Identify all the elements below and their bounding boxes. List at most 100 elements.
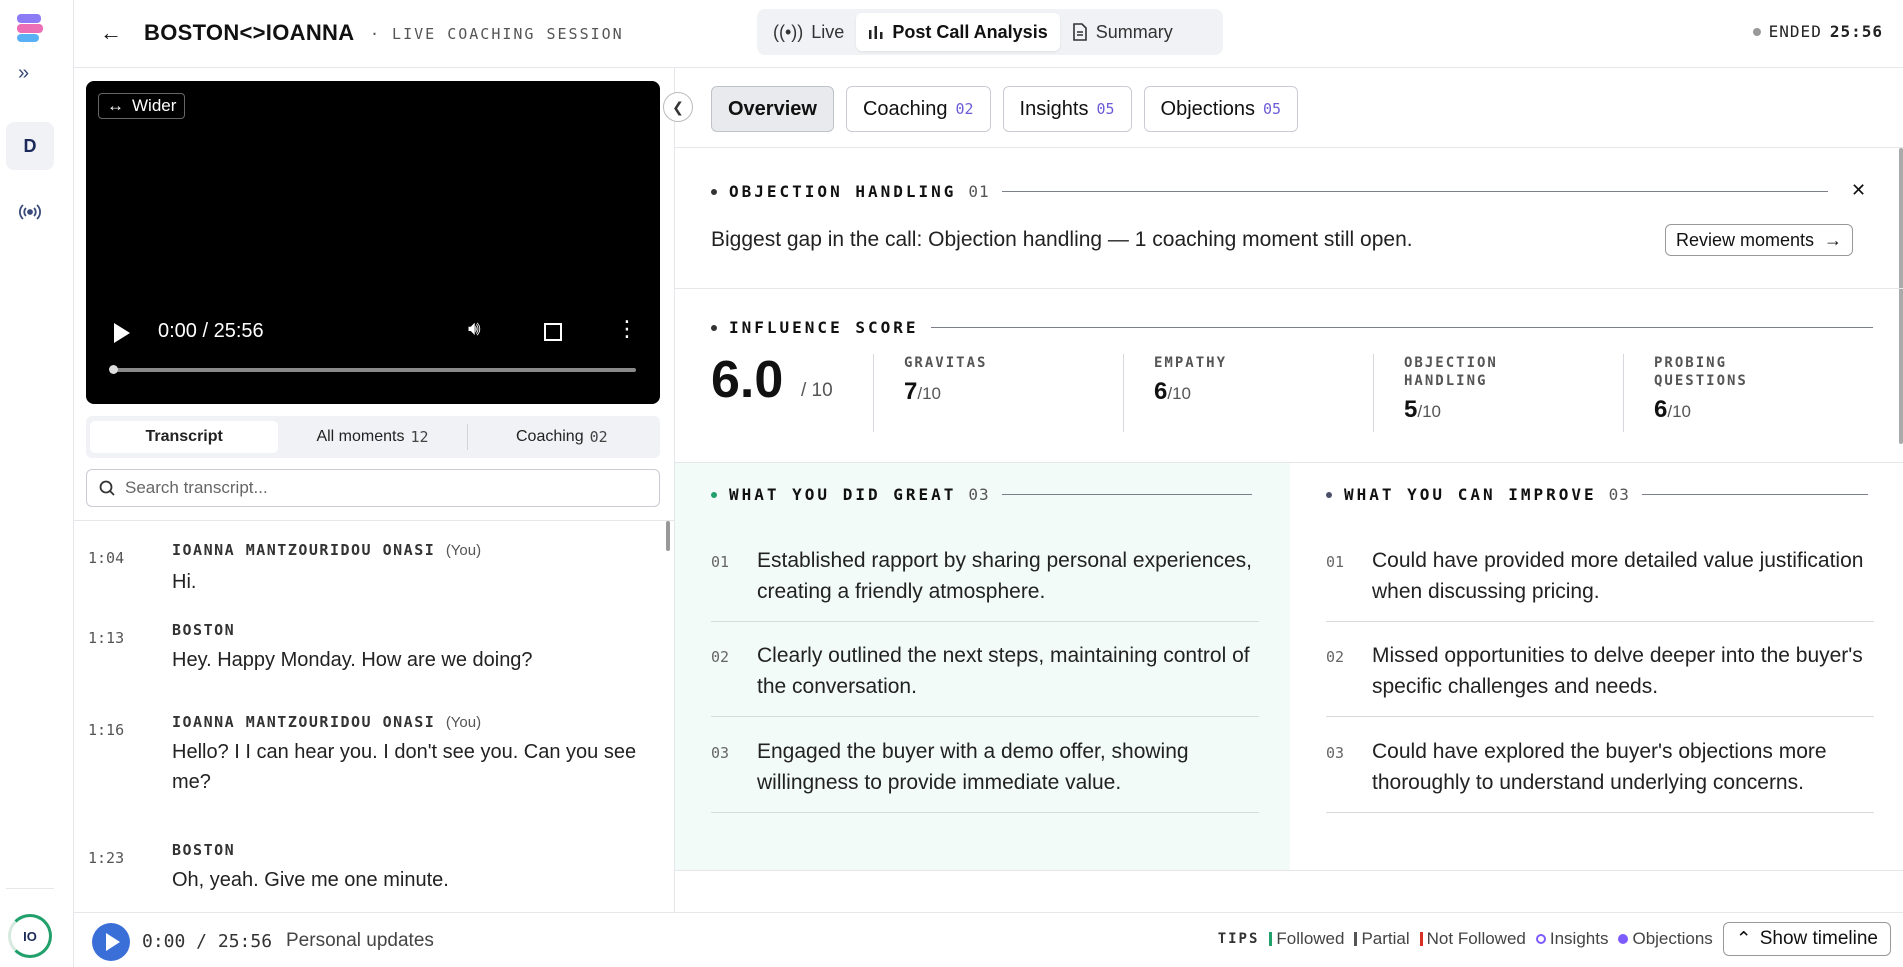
metric-value: 7/10 [904, 378, 1123, 406]
video-play-icon[interactable] [114, 323, 130, 343]
header-rule [1641, 494, 1868, 495]
speaker-name: BOSTON [172, 841, 236, 859]
header-rule [1001, 494, 1252, 495]
bullet-icon [711, 324, 717, 331]
tab-live-label: Live [811, 21, 845, 42]
tab-insights[interactable]: Insights 05 [1002, 86, 1132, 132]
legend-partial: Partial [1354, 929, 1410, 949]
user-avatar[interactable]: IO [8, 914, 52, 958]
legend-followed: Followed [1269, 929, 1344, 949]
divider [675, 147, 1903, 148]
metric-score: 5 [1404, 396, 1418, 423]
volume-icon[interactable]: 🔊︎ [468, 318, 481, 341]
broadcast-icon[interactable] [18, 200, 42, 224]
item-text: Could have provided more detailed value … [1372, 549, 1864, 603]
strengths-count: 03 [968, 485, 990, 504]
panel-scrollbar[interactable] [1899, 148, 1903, 444]
workspace-button[interactable]: D [6, 122, 54, 170]
objections-marker-icon [1618, 934, 1629, 944]
review-moments-button[interactable]: Review moments → [1665, 224, 1854, 256]
status-dot-icon [1752, 27, 1761, 36]
play-button[interactable] [92, 923, 130, 961]
tab-transcript[interactable]: Transcript [90, 421, 279, 453]
video-player[interactable]: ↔ Wider [86, 81, 660, 404]
expand-sidebar-icon[interactable]: » [18, 62, 29, 85]
tab-post-call-analysis[interactable]: Post Call Analysis [856, 13, 1060, 51]
tab-overview-label: Overview [728, 97, 817, 120]
page-subtitle: · LIVE COACHING SESSION [370, 25, 624, 43]
entry-text: Hi. [172, 571, 197, 593]
strength-item: 01 Established rapport by sharing person… [711, 545, 1259, 622]
entry-timestamp[interactable]: 1:23 [88, 849, 124, 867]
entry-timestamp[interactable]: 1:16 [88, 721, 124, 739]
tab-overview[interactable]: Overview [711, 86, 834, 132]
influence-score-denominator: / 10 [801, 380, 833, 401]
chevron-left-icon: ❮ [672, 98, 684, 115]
horizontal-arrows-icon: ↔ [107, 96, 124, 115]
strengths-header: WHAT YOU DID GREAT 03 [711, 485, 1252, 504]
entry-speaker: BOSTON [172, 621, 235, 639]
tab-live[interactable]: ((•)) Live [761, 13, 856, 51]
improvements-count: 03 [1608, 485, 1630, 504]
metric-score: 6 [1654, 396, 1668, 423]
legend-label: Followed [1276, 929, 1345, 948]
close-icon[interactable]: ✕ [1851, 180, 1866, 201]
partial-marker-icon [1354, 932, 1358, 946]
metric-value: 6/10 [1654, 396, 1873, 424]
header: ← BOSTON<>IOANNA · LIVE COACHING SESSION… [74, 0, 1903, 68]
strengths-section: WHAT YOU DID GREAT 03 01 Established rap… [675, 463, 1290, 870]
call-status: ENDED 25:56 [1752, 22, 1883, 41]
chevron-up-icon: ⌃ [1735, 928, 1752, 950]
objection-section-header: OBJECTION HANDLING 01 [711, 182, 1828, 201]
bullet-icon [1326, 491, 1332, 498]
more-options-icon[interactable]: ⋮ [616, 316, 638, 342]
tab-coaching-left-count: 02 [589, 428, 608, 446]
tab-coaching[interactable]: Coaching 02 [845, 86, 991, 132]
show-timeline-button[interactable]: ⌃ Show timeline [1722, 922, 1891, 956]
metric-empathy: EMPATHY 6/10 [1123, 354, 1373, 432]
tab-coaching-left[interactable]: Coaching 02 [468, 421, 656, 453]
speaker-name: IOANNA MANTZOURIDOU ONASI [172, 541, 436, 559]
influence-score: 6.0 [711, 351, 784, 409]
entry-text: Hello? I I can hear you. I don't see you… [172, 741, 637, 793]
entry-timestamp[interactable]: 1:13 [88, 629, 124, 647]
entry-text: Hey. Happy Monday. How are we doing? [172, 649, 533, 671]
wider-button[interactable]: ↔ Wider [98, 93, 186, 119]
legend-label: Insights [1549, 929, 1609, 948]
fullscreen-icon[interactable] [544, 323, 562, 341]
tab-objections[interactable]: Objections 05 [1143, 86, 1299, 132]
left-rail: » D IO [0, 0, 74, 967]
item-text: Missed opportunities to delve deeper int… [1372, 644, 1863, 698]
header-rule [1001, 191, 1828, 192]
improvement-item: 01 Could have provided more detailed val… [1326, 545, 1874, 622]
tab-coaching-label: Coaching [862, 97, 948, 120]
metric-denominator: /10 [1667, 402, 1691, 421]
legend-label: Not Followed [1426, 929, 1526, 948]
collapse-panel-button[interactable]: ❮ [663, 92, 693, 122]
item-text: Engaged the buyer with a demo offer, sho… [757, 740, 1189, 794]
speaker-you-tag: (You) [445, 714, 482, 731]
objection-summary: Biggest gap in the call: Objection handl… [711, 228, 1413, 251]
review-moments-label: Review moments [1676, 229, 1815, 250]
search-input[interactable] [125, 478, 625, 498]
metric-value: 5/10 [1404, 396, 1623, 424]
metric-label: EMPATHY [1154, 355, 1228, 371]
transcript-list[interactable]: 1:04 IOANNA MANTZOURIDOU ONASI (You) Hi.… [74, 520, 674, 912]
transcript-scrollbar[interactable] [666, 521, 670, 551]
video-time: 0:00 / 25:56 [158, 320, 264, 342]
video-progress-bar[interactable] [109, 365, 636, 374]
tab-objections-label: Objections [1160, 97, 1256, 120]
app-logo-icon[interactable] [15, 12, 45, 44]
legend-label: Partial [1361, 929, 1410, 948]
metric-label: OBJECTION HANDLING [1404, 355, 1498, 389]
tab-summary[interactable]: Summary [1060, 13, 1185, 51]
back-arrow-icon[interactable]: ← [100, 20, 122, 46]
influence-section-header: INFLUENCE SCORE [711, 318, 1873, 337]
entry-timestamp[interactable]: 1:04 [88, 549, 124, 567]
strength-item: 03 Engaged the buyer with a demo offer, … [711, 736, 1259, 813]
tab-all-moments[interactable]: All moments 12 [278, 421, 466, 453]
show-timeline-label: Show timeline [1759, 928, 1878, 949]
arrow-right-icon: → [1824, 229, 1843, 250]
metric-objection-handling: OBJECTION HANDLING 5/10 [1373, 354, 1623, 432]
speaker-name: IOANNA MANTZOURIDOU ONASI [172, 713, 436, 731]
